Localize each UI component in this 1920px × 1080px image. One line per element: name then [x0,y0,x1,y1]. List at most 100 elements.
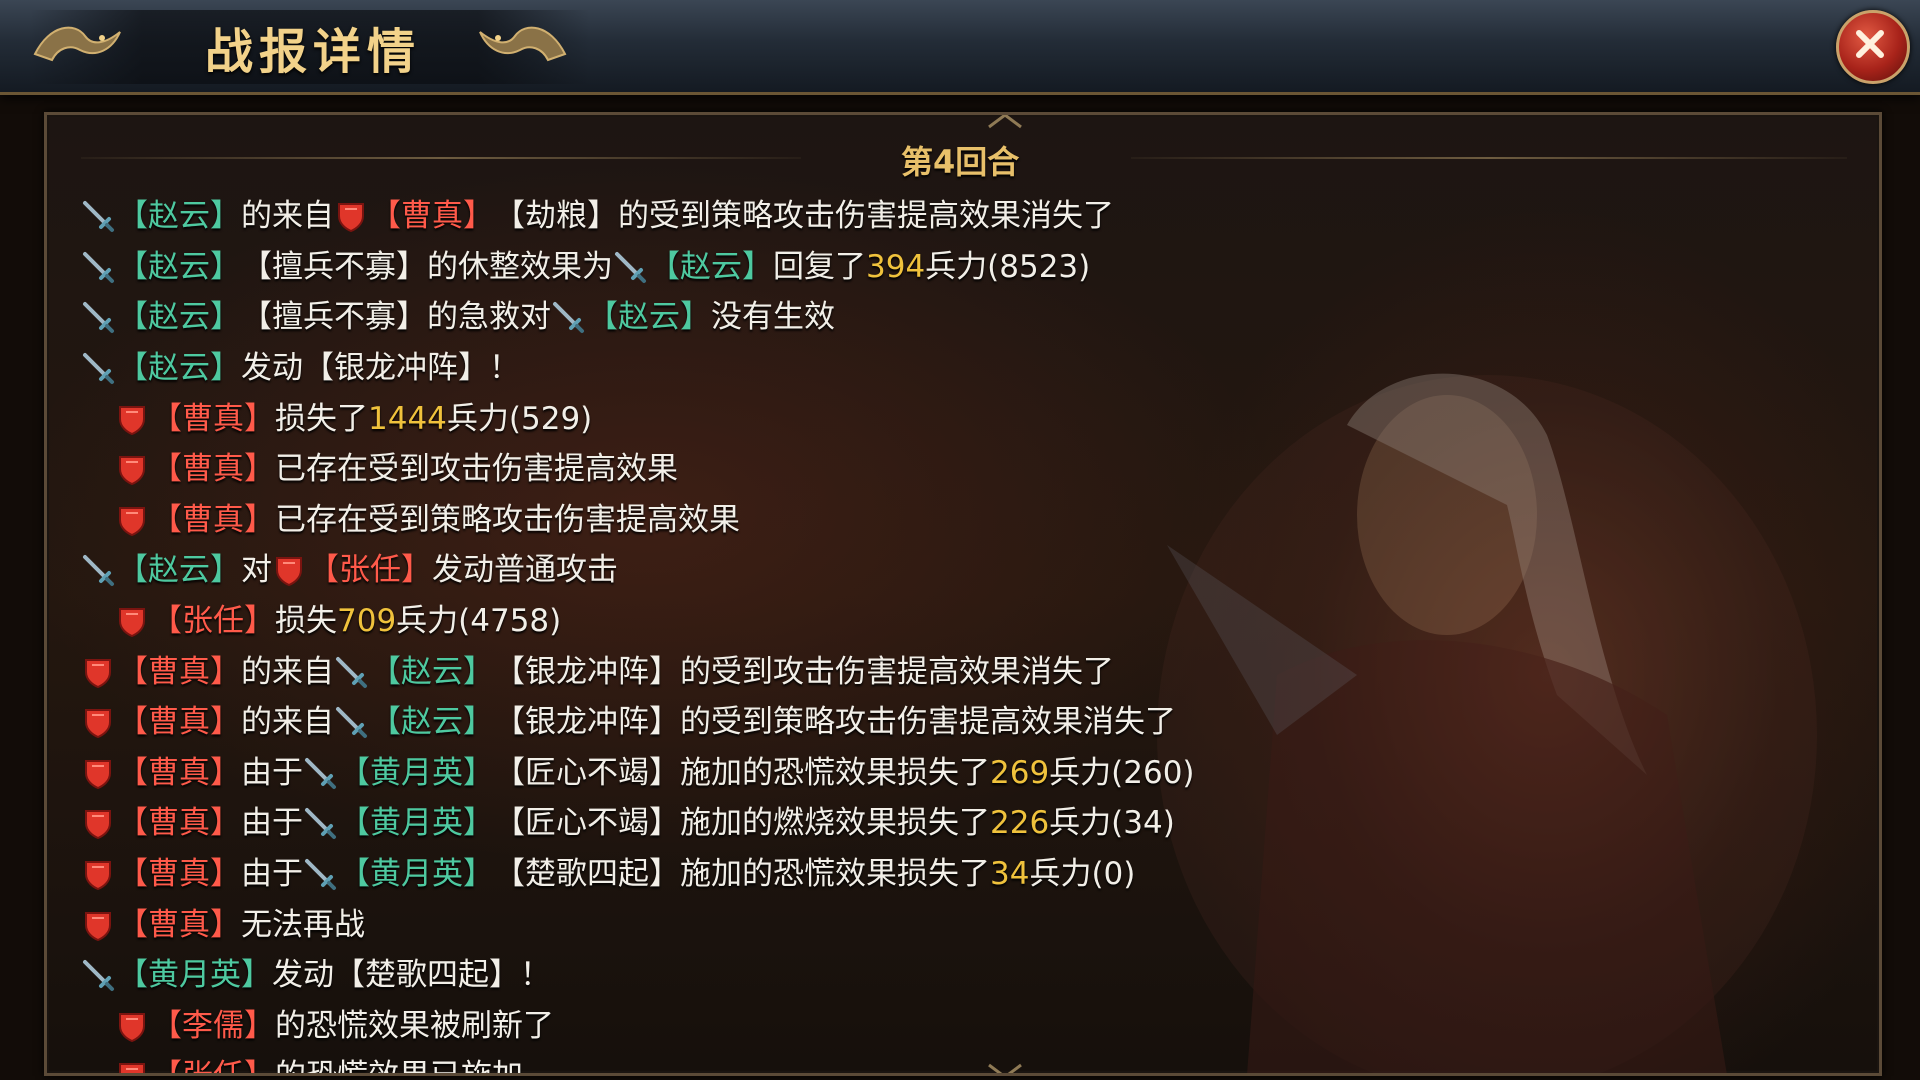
log-line: 【曹真】 由于 【黄月英】 【匠心不竭】施加的燃烧效果损失了 226 兵力(34) [81,798,1847,849]
general-name[interactable]: 【曹真】 [117,697,241,747]
round-label: 第4回合 [901,143,1020,181]
log-text: 损失了 [275,400,368,437]
sword-icon [303,756,337,790]
general-name[interactable]: 【赵云】 [117,545,241,595]
log-line: 【李儒】 的恐慌效果被刷新了 [81,1001,1847,1052]
log-text: 没有生效 [711,299,835,336]
log-text: 的来自 [241,704,334,741]
troop-value: 269 [990,754,1050,791]
battle-log-list[interactable]: 【赵云】 的来自 【曹真】 【劫粮】的受到策略攻击伤害提高效果消失了 【赵云】 【擅兵不寡… [81,191,1847,1073]
battle-report-panel[interactable]: 第4回合 【赵云】 的来自 【曹真】 【劫粮】的受到策略攻击伤害提高效果消失了 【赵云】… [44,112,1882,1076]
shield-icon [334,199,368,233]
log-line: 【曹真】 无法再战 [81,899,1847,950]
log-text: 兵力(8523) [925,248,1091,285]
dragon-ornament-left-icon [33,26,121,62]
general-name[interactable]: 【赵云】 [117,242,241,292]
general-name[interactable]: 【李儒】 [151,1001,275,1051]
log-text: 由于 [241,754,303,791]
troop-value: 34 [990,856,1030,893]
general-name[interactable]: 【曹真】 [117,647,241,697]
log-text: 【匠心不竭】施加的燃烧效果损失了 [494,805,990,842]
log-text: 的恐慌效果已施加 [275,1051,523,1073]
sword-icon [613,250,647,284]
log-line: 【曹真】 损失了 1444 兵力(529) [81,393,1847,444]
general-name[interactable]: 【黄月英】 [339,798,494,848]
log-line: 【曹真】 由于 【黄月英】 【楚歌四起】施加的恐慌效果损失了 34 兵力(0) [81,849,1847,900]
close-icon [1856,30,1884,58]
general-name[interactable]: 【张任】 [151,596,275,646]
shield-icon [81,857,115,891]
log-text: 兵力(260) [1049,754,1195,791]
log-text: 【银龙冲阵】的受到攻击伤害提高效果消失了 [494,653,1114,690]
log-text: 【楚歌四起】施加的恐慌效果损失了 [494,856,990,893]
general-name[interactable]: 【曹真】 [151,444,275,494]
log-text: 【擅兵不寡】的休整效果为 [241,248,613,285]
shield-icon [81,756,115,790]
general-name[interactable]: 【赵云】 [370,697,494,747]
sword-icon [551,300,585,334]
sword-icon [303,806,337,840]
log-line: 【赵云】对【张任】 发动普通攻击 [81,545,1847,596]
shield-icon [272,553,306,587]
log-text: 的来自 [241,653,334,690]
log-text: 【匠心不竭】施加的恐慌效果损失了 [494,754,990,791]
log-text: 由于 [241,856,303,893]
general-name[interactable]: 【赵云】 [117,191,241,241]
sword-icon [334,655,368,689]
general-name[interactable]: 【赵云】 [117,343,241,393]
troop-value: 394 [866,248,926,285]
log-line: 【曹真】 已存在受到攻击伤害提高效果 [81,444,1847,495]
general-name[interactable]: 【曹真】 [117,748,241,798]
log-line: 【赵云】 【擅兵不寡】的休整效果为 【赵云】 回复了 394 兵力(8523) [81,242,1847,293]
log-line: 【赵云】 【擅兵不寡】的急救对 【赵云】 没有生效 [81,292,1847,343]
bottom-ornament-icon [988,1063,1022,1073]
log-text: 由于 [241,805,303,842]
general-name[interactable]: 【赵云】 [117,292,241,342]
log-text: 已存在受到攻击伤害提高效果 [275,451,678,488]
top-ornament-icon [988,115,1022,129]
log-text: 的恐慌效果被刷新了 [275,1007,554,1044]
log-line: 【张任】 损失 709 兵力(4758) [81,596,1847,647]
log-text: 无法再战 [241,906,365,943]
general-name[interactable]: 【赵云】 [649,242,773,292]
sword-icon [81,351,115,385]
log-line: 【赵云】 发动【银龙冲阵】！ [81,343,1847,394]
general-name[interactable]: 【黄月英】 [339,748,494,798]
troop-value: 709 [337,603,397,640]
sword-icon [81,553,115,587]
general-name[interactable]: 【曹真】 [151,495,275,545]
sword-icon [303,857,337,891]
header-bar: 战报详情 [0,0,1920,95]
general-name[interactable]: 【张任】 [308,545,432,595]
log-text: 已存在受到策略攻击伤害提高效果 [275,501,740,538]
log-line: 【曹真】 的来自 【赵云】 【银龙冲阵】的受到攻击伤害提高效果消失了 [81,646,1847,697]
page-title: 战报详情 [205,24,422,80]
log-text: 发动普通攻击 [432,552,618,589]
general-name[interactable]: 【张任】 [151,1051,275,1073]
general-name[interactable]: 【黄月英】 [117,950,272,1000]
sword-icon [81,199,115,233]
shield-icon [81,655,115,689]
general-name[interactable]: 【曹真】 [117,798,241,848]
shield-icon [115,452,149,486]
log-text: 发动【楚歌四起】！ [272,957,551,994]
close-button[interactable] [1836,10,1910,84]
log-text: 回复了 [773,248,866,285]
log-line: 【曹真】 的来自 【赵云】 【银龙冲阵】的受到策略攻击伤害提高效果消失了 [81,697,1847,748]
log-text: 【擅兵不寡】的急救对 [241,299,551,336]
general-name[interactable]: 【曹真】 [151,394,275,444]
general-name[interactable]: 【曹真】 [117,900,241,950]
shield-icon [81,705,115,739]
general-name[interactable]: 【曹真】 [370,191,494,241]
log-line: 【黄月英】 发动【楚歌四起】！ [81,950,1847,1001]
sword-icon [334,705,368,739]
log-text: 【劫粮】的受到策略攻击伤害提高效果消失了 [494,198,1114,235]
sword-icon [81,300,115,334]
general-name[interactable]: 【赵云】 [587,292,711,342]
general-name[interactable]: 【曹真】 [117,849,241,899]
general-name[interactable]: 【黄月英】 [339,849,494,899]
dragon-ornament-right-icon [479,26,567,62]
sword-icon [81,958,115,992]
log-text: 的来自 [241,198,334,235]
general-name[interactable]: 【赵云】 [370,647,494,697]
